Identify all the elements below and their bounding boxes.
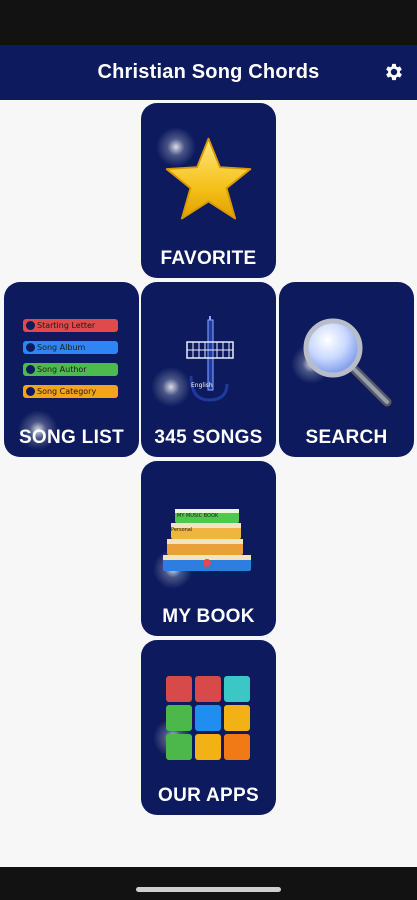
dot-icon (26, 321, 35, 330)
favorite-label: FAVORITE (160, 248, 257, 269)
home-handle[interactable] (136, 887, 281, 892)
songs-tile[interactable]: English 345 SONGS (141, 282, 276, 457)
app-grid-square (224, 734, 250, 760)
song-list-label: SONG LIST (18, 427, 125, 448)
magnifier-icon (303, 318, 392, 407)
pill-starting-letter: Starting Letter (23, 319, 118, 332)
song-list-tile[interactable]: Starting Letter Song Album Song Author S… (4, 282, 139, 457)
favorite-tile[interactable]: FAVORITE (141, 103, 276, 278)
pill-text: Song Category (37, 387, 97, 396)
pill-song-album: Song Album (23, 341, 118, 354)
book-text-personal: Personal (171, 527, 193, 533)
dot-icon (26, 365, 35, 374)
songs-label: 345 SONGS (154, 427, 263, 448)
pill-text: Song Album (37, 343, 86, 352)
app-grid-square (166, 734, 192, 760)
star-icon (165, 137, 252, 220)
status-bar (0, 0, 417, 45)
dot-icon (26, 343, 35, 352)
pill-text: Song Author (37, 365, 87, 374)
app-grid-square (224, 705, 250, 731)
my-book-tile[interactable]: MY MUSIC BOOK Personal MY BOOK (141, 461, 276, 636)
settings-button[interactable] (381, 59, 407, 85)
our-apps-tile[interactable]: OUR APPS (141, 640, 276, 815)
dot-icon (26, 387, 35, 396)
app-grid-square (166, 676, 192, 702)
search-tile[interactable]: SEARCH (279, 282, 414, 457)
navigation-bar (0, 867, 417, 900)
app-title: Christian Song Chords (97, 61, 320, 83)
gear-icon (386, 63, 402, 81)
app-grid-square (195, 676, 221, 702)
our-apps-label: OUR APPS (158, 785, 259, 806)
my-book-label: MY BOOK (162, 606, 255, 627)
app-grid-square (195, 734, 221, 760)
pill-song-category: Song Category (23, 385, 118, 398)
app-grid-square (224, 676, 250, 702)
app-grid-square (166, 705, 192, 731)
book-text-music: MY MUSIC BOOK (177, 513, 219, 519)
app-grid-square (195, 705, 221, 731)
pill-song-author: Song Author (23, 363, 118, 376)
app-bar: Christian Song Chords (0, 45, 417, 100)
guitar-icon (186, 316, 234, 402)
search-label: SEARCH (305, 427, 388, 448)
english-text: English (191, 382, 213, 389)
pill-text: Starting Letter (37, 321, 96, 330)
